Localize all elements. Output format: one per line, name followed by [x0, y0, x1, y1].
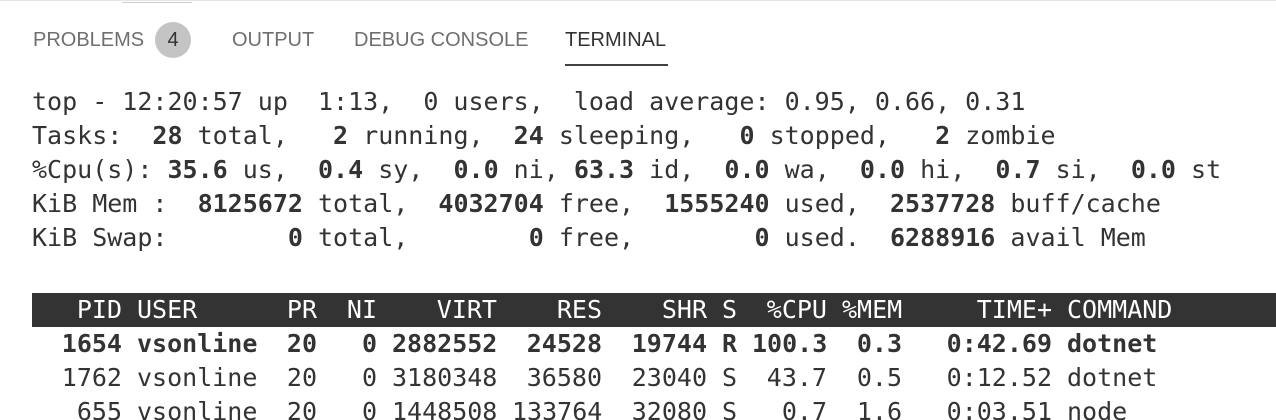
process-cpu: 0.7 — [781, 397, 827, 420]
process-command: node — [1067, 397, 1128, 420]
process-ni: 0 — [361, 329, 377, 358]
top-summary-swap: KiB Swap: 0 total, 0 free, 0 used. 62889… — [32, 223, 1146, 252]
process-mem: 1.6 — [856, 397, 902, 420]
top-summary-tasks: Tasks: 28 total, 2 running, 24 sleeping,… — [32, 121, 1056, 150]
column-header-pr: PR — [286, 295, 317, 324]
process-res: 24528 — [526, 329, 602, 358]
process-state: R — [722, 329, 738, 358]
process-shr: 32080 — [631, 397, 707, 420]
tab-debug-console[interactable]: DEBUG CONSOLE — [354, 26, 528, 54]
process-table-header-labels: PID USER PR NI VIRT RES SHR S %CPU %MEM … — [0, 293, 1276, 327]
process-ni: 0 — [361, 363, 377, 392]
process-pid: 1654 — [61, 329, 122, 358]
tab-output[interactable]: OUTPUT — [232, 26, 314, 54]
process-state: S — [722, 363, 738, 392]
top-summary-mem: KiB Mem : 8125672 total, 4032704 free, 1… — [32, 189, 1161, 218]
top-divider-notch — [122, 0, 192, 3]
process-time: 0:12.52 — [946, 363, 1052, 392]
problems-count-badge: 4 — [155, 22, 191, 58]
process-virt: 3180348 — [392, 363, 498, 392]
top-summary-uptime: top - 12:20:57 up 1:13, 0 users, load av… — [32, 87, 1026, 116]
active-tab-indicator — [565, 64, 668, 66]
process-row: 1762 vsonline 20 0 3180348 36580 23040 S… — [0, 361, 1276, 395]
column-header-ni: NI — [346, 295, 377, 324]
process-virt: 1448508 — [392, 397, 498, 420]
process-row: 655 vsonline 20 0 1448508 133764 32080 S… — [0, 395, 1276, 420]
tab-terminal[interactable]: TERMINAL — [565, 26, 666, 54]
process-pid: 655 — [76, 397, 122, 420]
column-header-virt: VIRT — [436, 295, 497, 324]
process-user: vsonline — [137, 397, 258, 420]
process-shr: 23040 — [631, 363, 707, 392]
process-pr: 20 — [286, 363, 317, 392]
column-header-shr: SHR — [661, 295, 707, 324]
terminal-output[interactable]: top - 12:20:57 up 1:13, 0 users, load av… — [0, 70, 1276, 420]
panel-tab-bar: PROBLEMS 4 OUTPUT DEBUG CONSOLE TERMINAL — [0, 0, 1276, 70]
column-header-mem: %MEM — [842, 295, 903, 324]
column-header-time: TIME+ — [976, 295, 1052, 324]
tab-problems[interactable]: PROBLEMS — [33, 26, 144, 54]
process-res: 36580 — [526, 363, 602, 392]
process-cpu: 43.7 — [766, 363, 827, 392]
process-virt: 2882552 — [392, 329, 498, 358]
column-header-state: S — [722, 295, 738, 324]
process-shr: 19744 — [631, 329, 707, 358]
column-header-command: COMMAND — [1067, 295, 1173, 324]
top-summary-cpu: %Cpu(s): 35.6 us, 0.4 sy, 0.0 ni, 63.3 i… — [32, 155, 1222, 184]
process-user: vsonline — [137, 363, 258, 392]
process-command: dotnet — [1067, 329, 1158, 358]
process-mem: 0.3 — [856, 329, 902, 358]
process-state: S — [722, 397, 738, 420]
column-header-user: USER — [137, 295, 198, 324]
process-res: 133764 — [512, 397, 603, 420]
column-header-pid: PID — [76, 295, 122, 324]
process-row: 1654 vsonline 20 0 2882552 24528 19744 R… — [0, 327, 1276, 361]
column-header-res: RES — [556, 295, 602, 324]
process-command: dotnet — [1067, 363, 1158, 392]
process-ni: 0 — [361, 397, 377, 420]
process-mem: 0.5 — [856, 363, 902, 392]
process-time: 0:03.51 — [946, 397, 1052, 420]
column-header-cpu: %CPU — [766, 295, 827, 324]
process-pid: 1762 — [61, 363, 122, 392]
process-pr: 20 — [286, 329, 317, 358]
process-cpu: 100.3 — [752, 329, 828, 358]
process-pr: 20 — [286, 397, 317, 420]
process-time: 0:42.69 — [946, 329, 1052, 358]
process-user: vsonline — [137, 329, 258, 358]
